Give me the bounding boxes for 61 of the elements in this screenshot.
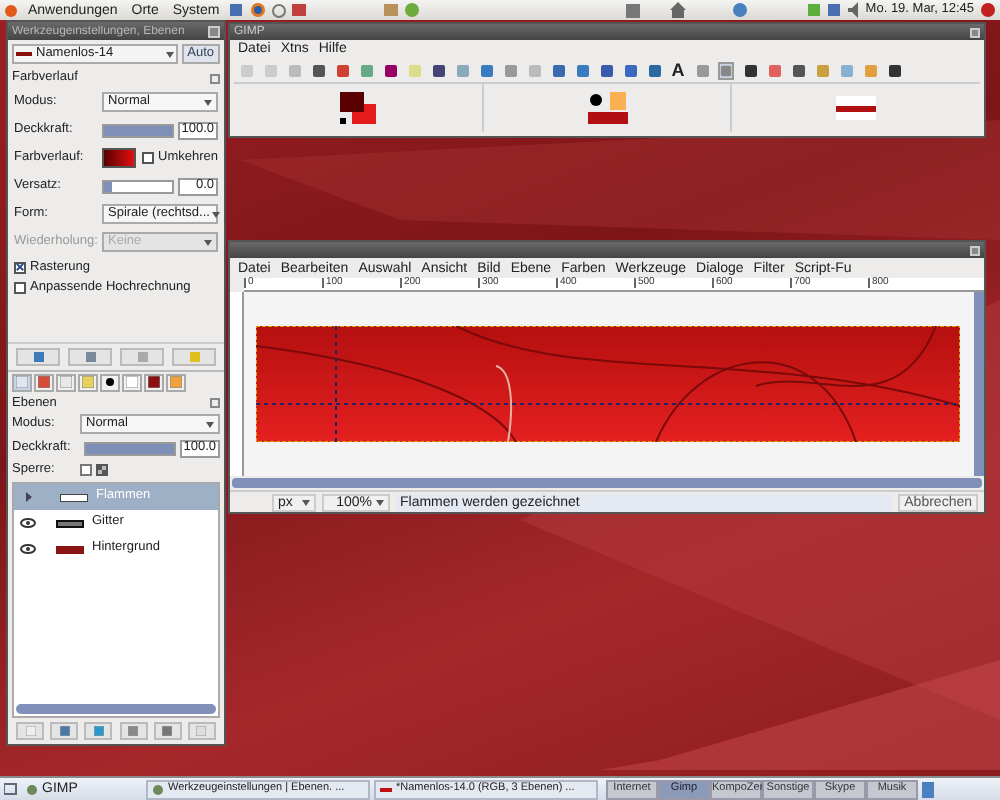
tool-button[interactable]: A xyxy=(670,61,686,79)
gear-icon xyxy=(271,3,286,17)
tool-button[interactable] xyxy=(886,61,902,79)
slider-fill[interactable] xyxy=(104,181,113,191)
checkbox[interactable] xyxy=(142,152,155,164)
gradient-swatch[interactable] xyxy=(102,148,137,168)
square-icon xyxy=(137,351,147,361)
checker-icon xyxy=(96,464,108,476)
tool-button[interactable] xyxy=(550,61,566,79)
thumbnail-icon xyxy=(16,50,32,58)
thumbnail-icon xyxy=(380,783,392,795)
caret-icon xyxy=(211,211,220,217)
tool-button[interactable] xyxy=(646,61,662,79)
checkbox[interactable] xyxy=(14,282,26,295)
lock-checkbox[interactable] xyxy=(80,464,92,476)
square-icon xyxy=(189,351,199,361)
tool-button[interactable] xyxy=(598,61,614,79)
layer-thumbnail xyxy=(60,493,88,501)
layer-button[interactable] xyxy=(187,722,216,740)
scrollbar[interactable] xyxy=(974,292,984,476)
caret-icon xyxy=(376,499,384,505)
layer-button[interactable] xyxy=(153,722,182,740)
layer-thumbnail xyxy=(56,519,84,527)
tool-button[interactable] xyxy=(790,61,806,79)
caret-icon xyxy=(204,99,212,105)
scrollbar[interactable] xyxy=(16,704,216,714)
eye-icon xyxy=(20,544,36,554)
brush-pattern-gradient-drawing xyxy=(587,92,627,124)
layer-button[interactable] xyxy=(84,722,113,740)
scrollbar[interactable] xyxy=(232,478,982,488)
caret-icon xyxy=(165,51,174,57)
home-icon xyxy=(669,2,686,18)
color-swatch xyxy=(339,92,376,124)
speaker-icon xyxy=(847,2,860,18)
layer-button[interactable] xyxy=(50,722,79,740)
arrow-icon xyxy=(26,492,34,502)
tool-button[interactable] xyxy=(430,61,446,79)
close-icon xyxy=(210,398,220,409)
gradient-preview xyxy=(836,96,877,120)
slider-track[interactable] xyxy=(102,179,174,193)
dock-tab[interactable] xyxy=(100,373,120,391)
layer-button[interactable] xyxy=(119,722,148,740)
close-icon xyxy=(970,245,980,255)
checkbox[interactable] xyxy=(14,261,26,274)
close-icon xyxy=(210,73,220,84)
caret-icon xyxy=(206,421,214,427)
close-icon xyxy=(970,27,980,37)
tool-button[interactable] xyxy=(742,61,758,79)
toolbar-button[interactable] xyxy=(16,347,60,365)
desktop-icon xyxy=(4,782,18,796)
square-icon xyxy=(33,351,43,361)
dock-tab[interactable] xyxy=(144,373,164,391)
caret-icon xyxy=(204,239,212,245)
tool-button[interactable] xyxy=(310,61,326,79)
caret-icon xyxy=(302,499,310,505)
layer-thumbnail xyxy=(56,545,84,553)
eye-icon xyxy=(20,518,36,528)
layer-button[interactable] xyxy=(16,722,44,740)
tool-button[interactable] xyxy=(382,61,398,79)
close-icon xyxy=(208,25,220,37)
square-icon xyxy=(85,351,95,361)
